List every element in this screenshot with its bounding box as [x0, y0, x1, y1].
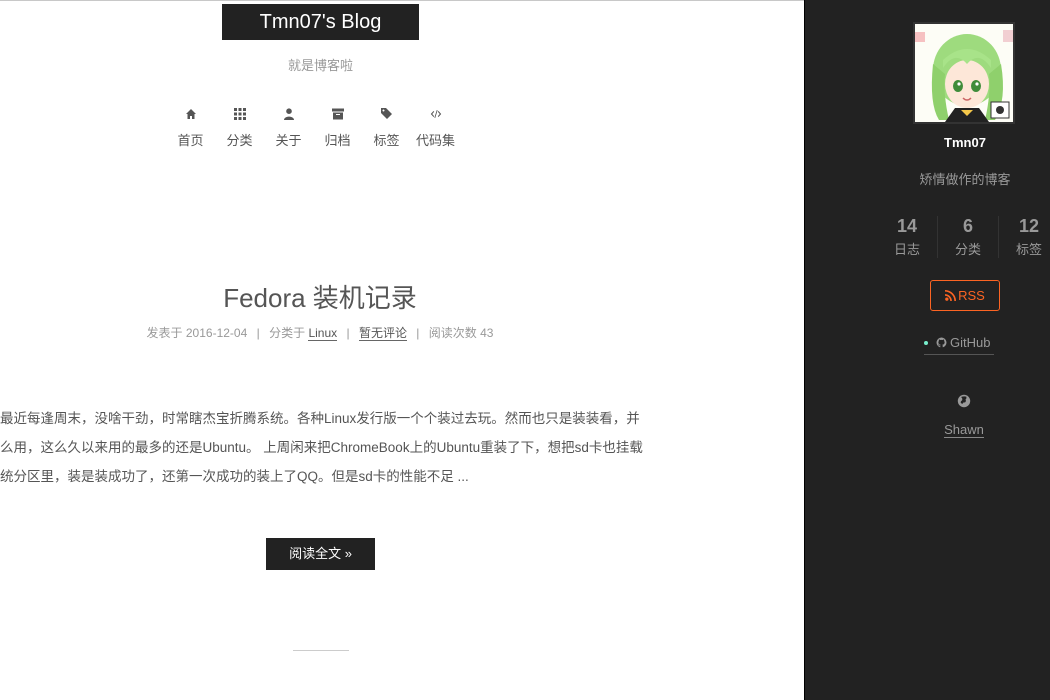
friend-link-shawn[interactable]: Shawn: [935, 422, 993, 438]
meta-separator: |: [346, 326, 350, 340]
friend-link-label: Shawn: [944, 422, 984, 438]
github-label: GitHub: [950, 335, 991, 350]
avatar: [913, 22, 1015, 124]
excerpt-line: 么用，这么久以来用的最多的还是Ubuntu。 上周闲来把ChromeBook上的…: [0, 440, 643, 455]
rss-label: RSS: [958, 288, 985, 303]
stat-categories[interactable]: 6 分类: [937, 216, 998, 258]
stat-tags[interactable]: 12 标签: [998, 216, 1050, 258]
rss-icon: [945, 290, 957, 301]
avatar-illustration: [915, 24, 1013, 122]
post-comments-link[interactable]: 暂无评论: [358, 326, 407, 341]
menu-item-label: 首页: [177, 133, 204, 148]
stat-label: 标签: [1015, 242, 1042, 257]
menu-item-about[interactable]: 关于: [264, 104, 313, 149]
stat-count: 6: [962, 216, 973, 236]
rss-button[interactable]: RSS: [930, 280, 1000, 311]
sidebar: Tmn07 矫情做作的博客 14 日志 6 分类 12 标签 RSS GitHu…: [804, 0, 1050, 700]
category-prefix: 分类于: [269, 326, 306, 340]
menu-item-label: 代码集: [415, 133, 455, 148]
bullet-dot: [924, 341, 928, 345]
stat-label: 日志: [893, 242, 920, 257]
site-description: 矫情做作的博客: [919, 172, 1011, 187]
github-link[interactable]: GitHub: [924, 335, 994, 355]
archive-icon: [313, 104, 362, 122]
excerpt-line: 统分区里，装是装成功了，还第一次成功的装上了QQ。但是sd卡的性能不足 ...: [0, 469, 469, 484]
meta-separator: |: [416, 326, 420, 340]
menu-item-label: 标签: [373, 133, 400, 148]
post-category-link[interactable]: Linux: [308, 326, 338, 341]
code-icon: [411, 104, 460, 122]
github-icon: [936, 337, 947, 348]
read-more-button[interactable]: 阅读全文 »: [266, 538, 375, 570]
menu-item-label: 分类: [226, 133, 253, 148]
user-icon: [264, 104, 313, 122]
site-title[interactable]: Tmn07's Blog: [222, 4, 419, 40]
main-menu: 首页 分类 关于 归档 标签 代码集: [166, 104, 460, 149]
menu-item-tags[interactable]: 标签: [362, 104, 411, 149]
menu-item-home[interactable]: 首页: [166, 104, 215, 149]
stat-count: 14: [896, 216, 918, 236]
menu-item-label: 归档: [324, 133, 351, 148]
excerpt-line: 最近每逢周末，没啥干劲，时常瞎杰宝折腾系统。各种Linux发行版一个个装过去玩。…: [0, 411, 640, 426]
post-excerpt: 最近每逢周末，没啥干劲，时常瞎杰宝折腾系统。各种Linux发行版一个个装过去玩。…: [0, 404, 672, 491]
author-name: Tmn07: [944, 135, 986, 150]
grid-icon: [215, 104, 264, 122]
tags-icon: [362, 104, 411, 122]
globe-icon: [957, 394, 971, 408]
post-divider: [293, 650, 349, 651]
menu-item-archives[interactable]: 归档: [313, 104, 362, 149]
menu-item-categories[interactable]: 分类: [215, 104, 264, 149]
post-meta: 发表于 2016-12-04 | 分类于 Linux | 暂无评论 | 阅读次数…: [0, 324, 640, 341]
stat-posts[interactable]: 14 日志: [877, 216, 937, 258]
stat-count: 12: [1018, 216, 1040, 236]
menu-item-label: 关于: [275, 133, 302, 148]
menu-item-code[interactable]: 代码集: [411, 104, 460, 149]
post-views: 阅读次数 43: [428, 326, 494, 340]
post-date: 发表于 2016-12-04: [146, 326, 248, 340]
home-icon: [166, 104, 215, 122]
site-subtitle: 就是博客啦: [287, 58, 353, 73]
stat-label: 分类: [954, 242, 981, 257]
site-stats: 14 日志 6 分类 12 标签: [877, 216, 1050, 258]
post-title[interactable]: Fedora 装机记录: [0, 278, 640, 315]
meta-separator: |: [256, 326, 260, 340]
